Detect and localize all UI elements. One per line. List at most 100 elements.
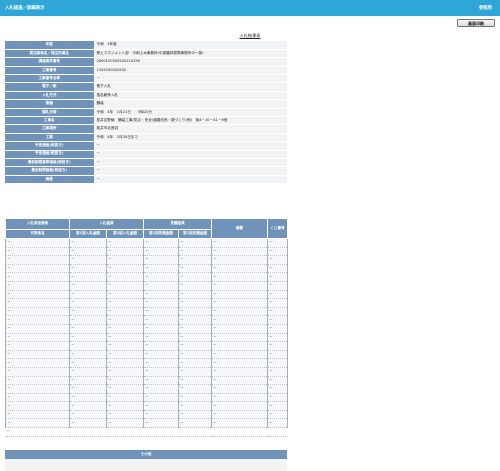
info-value: － (94, 74, 287, 84)
bid-first-cell: － (69, 298, 107, 308)
company-name-cell: － (5, 358, 70, 368)
info-label: 工事場所 (5, 124, 95, 134)
other-section-header: その他 (5, 450, 287, 459)
info-value: 1305200020532 (94, 66, 287, 76)
kuji-cell: － (267, 350, 288, 360)
bid-second-cell: － (106, 401, 144, 411)
bid-row: －－－－－－－ (5, 264, 288, 274)
info-label: 工期 (5, 133, 95, 143)
bid-second-cell: － (106, 358, 144, 368)
remarks-cell: － (211, 376, 268, 386)
info-row: 電子／紙 電子入札 (5, 82, 287, 92)
trailing-dash: － (5, 427, 288, 437)
bid-first-cell: － (69, 384, 107, 394)
other-section-body (5, 459, 287, 471)
bid-row: －－－－－－－ (5, 376, 288, 386)
estimate-first-cell: － (143, 315, 179, 325)
print-screen-button[interactable]: 画面印刷 (457, 19, 495, 27)
bid-row-trailing: － (5, 427, 288, 437)
bid-first-cell: － (69, 393, 107, 403)
remarks-cell: － (211, 384, 268, 394)
remarks-cell: － (211, 281, 268, 291)
estimate-second-cell: － (178, 281, 212, 291)
info-label: 年度 (5, 41, 95, 50)
estimate-second-cell: － (178, 350, 212, 360)
kuji-cell: － (267, 376, 288, 386)
bid-first-cell: － (69, 324, 107, 334)
remarks-cell: － (211, 307, 268, 317)
bid-row: －－－－－－－ (5, 272, 288, 282)
info-row: 調達案件番号 2800100305200210290 (5, 57, 287, 67)
estimate-second-cell: － (178, 410, 212, 420)
estimate-second-cell: － (178, 238, 212, 248)
info-label: 入札方式 (5, 91, 95, 101)
bid-first-cell: － (69, 358, 107, 368)
bid-first-cell: － (69, 238, 107, 248)
estimate-second-cell: － (178, 272, 212, 282)
info-label: 発注部局名／発注所属名 (5, 49, 95, 59)
header-estimate-second: 第2回見積金額 (178, 229, 212, 239)
company-name-cell: － (5, 315, 70, 325)
remarks-cell: － (211, 272, 268, 282)
bid-second-cell: － (106, 341, 144, 351)
info-label: 調達案件番号 (5, 57, 95, 67)
bid-first-cell: － (69, 410, 107, 420)
info-row: 業種 舗装 (5, 99, 287, 109)
bid-results-table: 入札参加業者 入札結果 見積結果 摘要 くじ番号 代表者名 第1回入札金額 第2… (5, 218, 288, 437)
info-row: 最低制限基準価格(税抜き) － (5, 158, 287, 168)
estimate-second-cell: － (178, 298, 212, 308)
header-company-name: 代表者名 (5, 229, 70, 239)
estimate-second-cell: － (178, 393, 212, 403)
estimate-first-cell: － (143, 350, 179, 360)
company-name-cell: － (5, 238, 70, 248)
bid-row: －－－－－－－ (5, 384, 288, 394)
info-label: 工事名 (5, 116, 95, 126)
estimate-second-cell: － (178, 341, 212, 351)
info-value: 桜井市北音羽 (94, 124, 287, 134)
bid-row: －－－－－－－ (5, 341, 288, 351)
info-row: 工事場所 桜井市北音羽 (5, 124, 287, 134)
remarks-cell: － (211, 401, 268, 411)
info-label: 工事番号名称 (5, 74, 95, 84)
remarks-cell: － (211, 367, 268, 377)
bid-row: －－－－－－－ (5, 367, 288, 377)
estimate-second-cell: － (178, 358, 212, 368)
company-name-cell: － (5, 410, 70, 420)
estimate-first-cell: － (143, 401, 179, 411)
kuji-cell: － (267, 384, 288, 394)
info-label: 開札日時 (5, 108, 95, 118)
bid-row: －－－－－－－ (5, 238, 288, 248)
company-name-cell: － (5, 393, 70, 403)
bid-row: －－－－－－－ (5, 401, 288, 411)
header-company: 入札参加業者 (5, 218, 70, 230)
info-row: 工期 令和 4年 2月30日まで (5, 133, 287, 143)
info-row: 発注部局名／発注所属名 県土マネジメント部 中和土木事務所(中部農林振興事務所の一… (5, 49, 287, 59)
company-name-cell: － (5, 264, 70, 274)
bid-second-cell: － (106, 384, 144, 394)
bid-row: －－－－－－－ (5, 410, 288, 420)
bid-first-cell: － (69, 247, 107, 257)
remarks-cell: － (211, 418, 268, 429)
bid-info-table: 年度 令和 3年度 発注部局名／発注所属名 県土マネジメント部 中和土木事務所(中部農… (5, 41, 287, 185)
info-row: 年度 令和 3年度 (5, 41, 287, 50)
info-value: － (94, 166, 287, 176)
bid-second-cell: － (106, 410, 144, 420)
company-name-cell: － (5, 341, 70, 351)
estimate-first-cell: － (143, 255, 179, 265)
company-name-cell: － (5, 418, 70, 429)
bid-first-cell: － (69, 307, 107, 317)
bid-first-cell: － (69, 401, 107, 411)
remarks-cell: － (211, 393, 268, 403)
header-estimate-first: 第1回見積金額 (143, 229, 179, 239)
company-name-cell: － (5, 350, 70, 360)
header-bid-first: 第1回入札金額 (69, 229, 107, 239)
bid-first-cell: － (69, 255, 107, 265)
estimate-first-cell: － (143, 264, 179, 274)
kuji-cell: － (267, 358, 288, 368)
bid-row: －－－－－－－ (5, 307, 288, 317)
estimate-first-cell: － (143, 341, 179, 351)
estimate-first-cell: － (143, 281, 179, 291)
company-name-cell: － (5, 255, 70, 265)
remarks-cell: － (211, 350, 268, 360)
bid-second-cell: － (106, 315, 144, 325)
